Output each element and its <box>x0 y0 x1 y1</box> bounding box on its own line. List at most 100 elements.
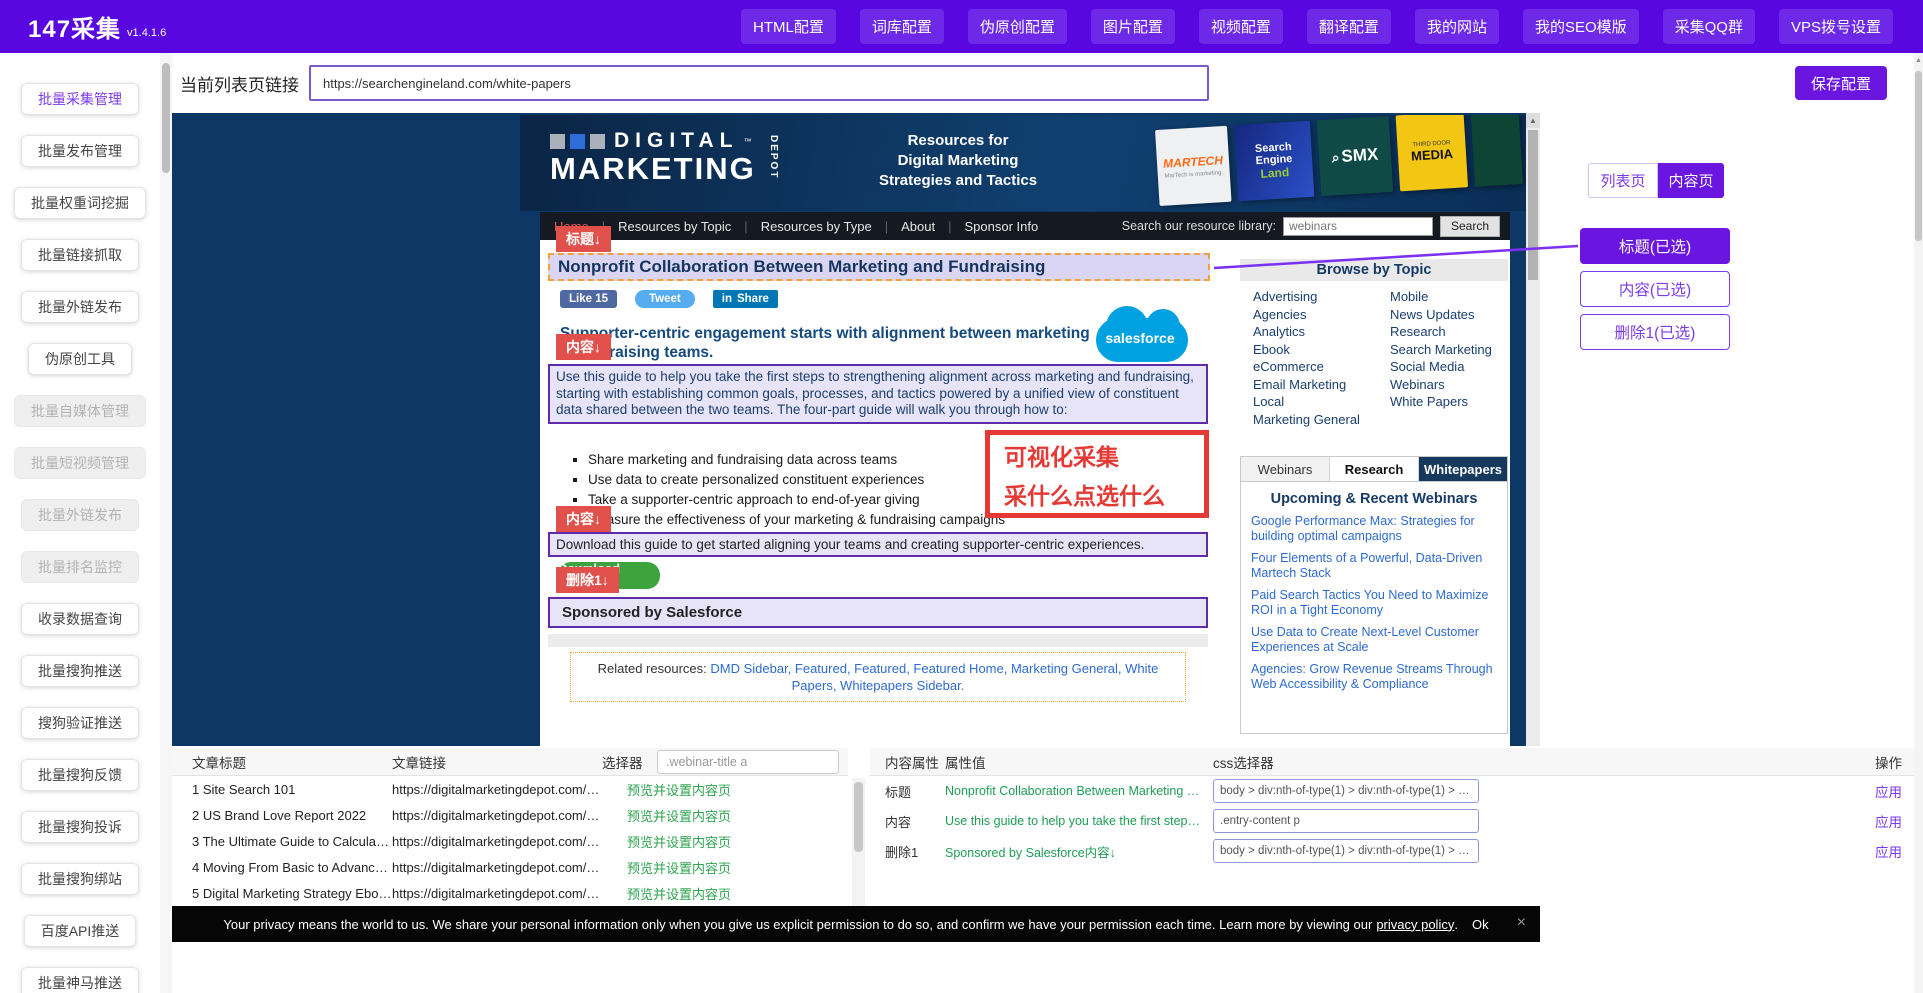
list-url-input[interactable] <box>309 65 1209 101</box>
digital-marketing-depot-logo: DIGITAL™ MARKETING <box>550 129 756 185</box>
topic-link[interactable]: Email Marketing <box>1253 376 1360 394</box>
topic-link[interactable]: Search Marketing <box>1390 341 1492 359</box>
sidebar-button[interactable]: 批量排名监控 <box>21 551 139 583</box>
tweet-button[interactable]: Tweet <box>635 290 695 308</box>
privacy-ok-button[interactable]: Ok <box>1472 917 1489 932</box>
css-selector-input[interactable]: body > div:nth-of-type(1) > div:nth-of-t… <box>1213 779 1479 803</box>
sidebar-button[interactable]: 收录数据查询 <box>21 603 139 635</box>
topic-link[interactable]: Advertising <box>1253 288 1360 306</box>
sidebar-button[interactable]: 批量自媒体管理 <box>14 395 146 427</box>
site-search-input[interactable] <box>1283 217 1433 236</box>
topic-link[interactable]: Social Media <box>1390 358 1492 376</box>
app-version: v1.4.1.6 <box>127 27 166 39</box>
topic-link[interactable]: Research <box>1390 323 1492 341</box>
resource-tab[interactable]: Research <box>1330 457 1419 481</box>
header-nav-item[interactable]: 图片配置 <box>1091 9 1175 44</box>
facebook-like-button[interactable]: Like 15 <box>560 290 617 308</box>
sponsored-by-highlighted[interactable]: Sponsored by Salesforce <box>548 597 1208 628</box>
sidebar-button[interactable]: 批量链接抓取 <box>21 239 139 271</box>
webinar-link[interactable]: Four Elements of a Powerful, Data-Driven… <box>1251 551 1497 581</box>
app-scrollbar-thumb[interactable] <box>1915 71 1922 241</box>
header-nav-item[interactable]: 词库配置 <box>860 9 944 44</box>
header-nav-item[interactable]: VPS拨号设置 <box>1779 9 1893 44</box>
sidebar-scrollbar-thumb[interactable] <box>162 63 170 173</box>
sidebar-button[interactable]: 伪原创工具 <box>28 343 132 375</box>
close-icon[interactable]: × <box>1517 914 1526 932</box>
sidebar-button[interactable]: 批量发布管理 <box>21 135 139 167</box>
sidebar-button[interactable]: 批量权重词挖掘 <box>14 187 146 219</box>
browser-scrollbar[interactable]: ▲ <box>1526 113 1540 746</box>
app-scrollbar[interactable]: ▲ <box>1914 53 1923 993</box>
header-nav-item[interactable]: 视频配置 <box>1199 9 1283 44</box>
list-table-scrollbar-thumb[interactable] <box>854 782 863 852</box>
browser-scrollbar-thumb[interactable] <box>1528 130 1538 280</box>
selection-button[interactable]: 标题(已选) <box>1580 228 1730 264</box>
sidebar-button[interactable]: 批量搜狗反馈 <box>21 759 139 791</box>
topic-link[interactable]: Ebook <box>1253 341 1360 359</box>
resource-tab[interactable]: Webinars <box>1241 457 1330 481</box>
topic-link[interactable]: Analytics <box>1253 323 1360 341</box>
preview-set-content-link[interactable]: 预览并设置内容页 <box>607 884 731 903</box>
resource-tab[interactable]: Whitepapers <box>1419 457 1507 481</box>
topic-link[interactable]: eCommerce <box>1253 358 1360 376</box>
preview-set-content-link[interactable]: 预览并设置内容页 <box>607 858 731 877</box>
preview-set-content-link[interactable]: 预览并设置内容页 <box>607 832 731 851</box>
site-nav-item[interactable]: Sponsor Info <box>935 219 1038 234</box>
sidebar-button[interactable]: 批量神马推送 <box>21 967 139 993</box>
site-search-button[interactable]: Search <box>1440 216 1500 237</box>
scroll-up-icon[interactable]: ▲ <box>1914 53 1923 67</box>
webinar-link[interactable]: Agencies: Grow Revenue Streams Through W… <box>1251 662 1497 692</box>
scroll-up-icon[interactable]: ▲ <box>1526 113 1540 128</box>
site-nav-item[interactable]: About <box>872 219 935 234</box>
topic-link[interactable]: Agencies <box>1253 306 1360 324</box>
sidebar-button[interactable]: 百度API推送 <box>24 915 137 947</box>
header-nav-item[interactable]: 我的网站 <box>1415 9 1499 44</box>
tab-content-page[interactable]: 内容页 <box>1658 163 1724 198</box>
article-title-highlighted[interactable]: Nonprofit Collaboration Between Marketin… <box>548 253 1210 281</box>
header-nav-item[interactable]: 翻译配置 <box>1307 9 1391 44</box>
webinars-list: Google Performance Max: Strategies for b… <box>1241 514 1507 692</box>
sidebar-button[interactable]: 批量搜狗推送 <box>21 655 139 687</box>
topic-link[interactable]: Webinars <box>1390 376 1492 394</box>
linkedin-share-button[interactable]: inShare <box>713 290 778 308</box>
sidebar-button[interactable]: 批量搜狗绑站 <box>21 863 139 895</box>
topic-link[interactable]: Mobile <box>1390 288 1492 306</box>
attribute-name-cell: 标题 <box>870 782 945 801</box>
sidebar-scrollbar[interactable] <box>160 53 172 993</box>
header-nav-item[interactable]: 伪原创配置 <box>968 9 1067 44</box>
topic-link[interactable]: News Updates <box>1390 306 1492 324</box>
topic-link[interactable]: Marketing General <box>1253 411 1360 429</box>
webinar-link[interactable]: Use Data to Create Next-Level Customer E… <box>1251 625 1497 655</box>
header-nav-item[interactable]: 我的SEO模版 <box>1523 9 1639 44</box>
sidebar-button[interactable]: 批量外链发布 <box>21 291 139 323</box>
sidebar-button[interactable]: 批量短视频管理 <box>14 447 146 479</box>
site-page: 标题↓ Nonprofit Collaboration Between Mark… <box>540 240 1510 746</box>
css-selector-input[interactable]: body > div:nth-of-type(1) > div:nth-of-t… <box>1213 839 1479 863</box>
article-paragraph-highlighted[interactable]: Use this guide to help you take the firs… <box>548 364 1208 424</box>
list-selector-input[interactable] <box>657 750 839 774</box>
sidebar-button[interactable]: 批量搜狗投诉 <box>21 811 139 843</box>
save-config-button[interactable]: 保存配置 <box>1795 66 1887 100</box>
sidebar-button[interactable]: 搜狗验证推送 <box>21 707 139 739</box>
header-nav-item[interactable]: 采集QQ群 <box>1663 9 1755 44</box>
related-resources-links[interactable]: DMD Sidebar, Featured, Featured, Feature… <box>710 661 1158 693</box>
webinar-link[interactable]: Paid Search Tactics You Need to Maximize… <box>1251 588 1497 618</box>
preview-set-content-link[interactable]: 预览并设置内容页 <box>607 806 731 825</box>
topic-link[interactable]: Local <box>1253 393 1360 411</box>
download-note-highlighted[interactable]: Download this guide to get started align… <box>548 532 1208 557</box>
preview-set-content-link[interactable]: 预览并设置内容页 <box>607 780 731 799</box>
topic-link[interactable]: White Papers <box>1390 393 1492 411</box>
css-selector-input[interactable]: .entry-content p <box>1213 809 1479 833</box>
selection-button[interactable]: 删除1(已选) <box>1580 314 1730 350</box>
selection-button[interactable]: 内容(已选) <box>1580 271 1730 307</box>
article-url-cell: https://digitalmarketingdepot.com/whitep… <box>392 886 607 901</box>
list-table-body: 1 Site Search 101 https://digitalmarketi… <box>172 776 848 906</box>
header-nav-item[interactable]: HTML配置 <box>741 9 836 44</box>
site-nav-item[interactable]: Resources by Type <box>731 219 871 234</box>
sidebar-button[interactable]: 批量采集管理 <box>21 83 139 115</box>
tab-list-page[interactable]: 列表页 <box>1588 163 1658 198</box>
sidebar-button[interactable]: 批量外链发布 <box>21 499 139 531</box>
webinar-link[interactable]: Google Performance Max: Strategies for b… <box>1251 514 1497 544</box>
privacy-policy-link[interactable]: privacy policy <box>1376 917 1454 932</box>
article-url-cell: https://digitalmarketingdepot.com/whitep… <box>392 782 607 797</box>
